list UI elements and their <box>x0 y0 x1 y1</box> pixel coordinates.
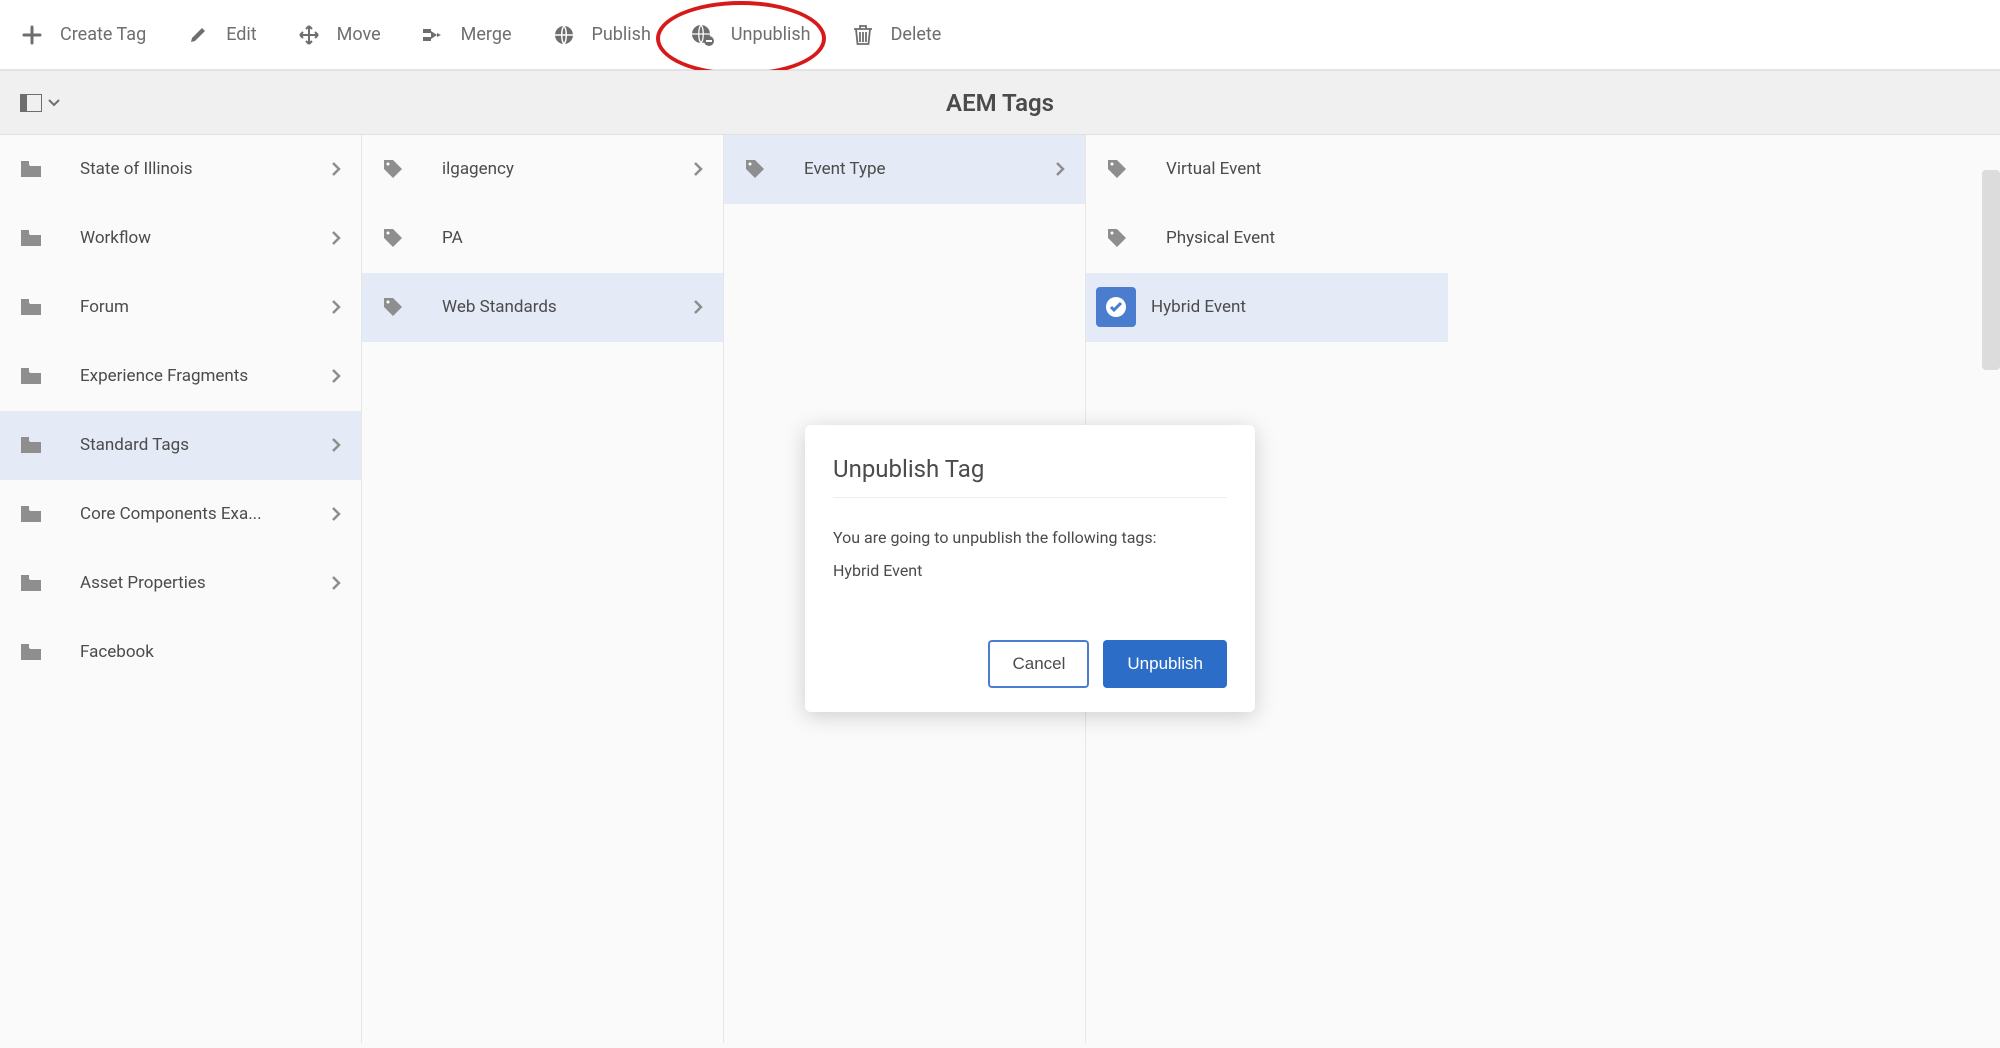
publish-button[interactable]: Publish <box>552 23 651 47</box>
confirm-unpublish-button[interactable]: Unpublish <box>1103 640 1227 688</box>
column-item[interactable]: Forum <box>0 273 361 342</box>
item-label: Forum <box>80 297 311 317</box>
page-title: AEM Tags <box>0 89 2000 117</box>
item-label: Asset Properties <box>80 573 311 593</box>
folder-icon <box>20 574 60 592</box>
dialog-title: Unpublish Tag <box>833 455 1227 483</box>
folder-icon <box>20 160 60 178</box>
item-label: Facebook <box>80 642 341 662</box>
chevron-down-icon <box>48 99 60 107</box>
folder-icon <box>20 436 60 454</box>
column-item[interactable]: Web Standards <box>362 273 723 342</box>
tag-icon <box>382 296 422 318</box>
folder-icon <box>20 298 60 316</box>
column-item[interactable]: Core Components Exa... <box>0 480 361 549</box>
dialog-tag-name: Hybrid Event <box>833 561 1227 580</box>
item-label: Hybrid Event <box>1151 297 1428 317</box>
globe-remove-icon <box>691 23 715 47</box>
column-item[interactable]: Workflow <box>0 204 361 273</box>
divider <box>833 497 1227 498</box>
unpublish-button[interactable]: Unpublish <box>691 23 811 47</box>
chevron-right-icon <box>331 437 341 453</box>
item-label: ilgagency <box>442 159 673 179</box>
move-button[interactable]: Move <box>297 23 381 47</box>
header-row: AEM Tags <box>0 70 2000 135</box>
item-label: Core Components Exa... <box>80 504 311 524</box>
tag-icon <box>1106 227 1146 249</box>
dialog-message: You are going to unpublish the following… <box>833 528 1227 547</box>
edit-label: Edit <box>226 24 256 45</box>
rail-toggle[interactable] <box>20 94 60 112</box>
column-1: ilgagency PA Web Standards <box>362 135 724 1043</box>
tag-icon <box>744 158 784 180</box>
column-item[interactable]: Virtual Event <box>1086 135 1448 204</box>
chevron-right-icon <box>331 161 341 177</box>
folder-icon <box>20 643 60 661</box>
folder-icon <box>20 505 60 523</box>
unpublish-dialog: Unpublish Tag You are going to unpublish… <box>805 425 1255 712</box>
column-item[interactable]: Physical Event <box>1086 204 1448 273</box>
item-label: Standard Tags <box>80 435 311 455</box>
delete-label: Delete <box>891 24 942 45</box>
chevron-right-icon <box>331 575 341 591</box>
item-label: Physical Event <box>1166 228 1428 248</box>
chevron-right-icon <box>331 230 341 246</box>
chevron-right-icon <box>331 368 341 384</box>
chevron-right-icon <box>331 299 341 315</box>
chevron-right-icon <box>331 506 341 522</box>
delete-button[interactable]: Delete <box>851 23 942 47</box>
move-label: Move <box>337 24 381 45</box>
column-item[interactable]: PA <box>362 204 723 273</box>
tag-icon <box>1106 158 1146 180</box>
column-item[interactable]: Standard Tags <box>0 411 361 480</box>
column-0: State of Illinois Workflow Forum Experience… <box>0 135 362 1043</box>
column-item[interactable]: Experience Fragments <box>0 342 361 411</box>
rail-icon <box>20 94 42 112</box>
column-item[interactable]: Facebook <box>0 618 361 687</box>
plus-icon <box>20 23 44 47</box>
scrollbar[interactable] <box>1982 170 2000 370</box>
globe-icon <box>552 23 576 47</box>
tag-icon <box>382 158 422 180</box>
column-item[interactable]: State of Illinois <box>0 135 361 204</box>
column-item[interactable]: Asset Properties <box>0 549 361 618</box>
action-toolbar: Create Tag Edit Move Merge Publish Unpub… <box>0 0 2000 70</box>
item-label: Virtual Event <box>1166 159 1428 179</box>
merge-button[interactable]: Merge <box>421 23 512 47</box>
dialog-actions: Cancel Unpublish <box>833 640 1227 688</box>
folder-icon <box>20 367 60 385</box>
publish-label: Publish <box>592 24 651 45</box>
item-label: Event Type <box>804 159 1035 179</box>
unpublish-label: Unpublish <box>731 24 811 45</box>
chevron-right-icon <box>693 161 703 177</box>
item-label: PA <box>442 228 703 248</box>
check-icon <box>1096 287 1136 327</box>
item-label: Web Standards <box>442 297 673 317</box>
merge-label: Merge <box>461 24 512 45</box>
column-item[interactable]: Hybrid Event <box>1086 273 1448 342</box>
merge-icon <box>421 23 445 47</box>
edit-button[interactable]: Edit <box>186 23 256 47</box>
column-item[interactable]: Event Type <box>724 135 1085 204</box>
cancel-button[interactable]: Cancel <box>988 640 1089 688</box>
create-tag-button[interactable]: Create Tag <box>20 23 146 47</box>
pencil-icon <box>186 23 210 47</box>
chevron-right-icon <box>1055 161 1065 177</box>
item-label: Workflow <box>80 228 311 248</box>
create-tag-label: Create Tag <box>60 24 146 45</box>
folder-icon <box>20 229 60 247</box>
item-label: Experience Fragments <box>80 366 311 386</box>
column-item[interactable]: ilgagency <box>362 135 723 204</box>
tag-icon <box>382 227 422 249</box>
trash-icon <box>851 23 875 47</box>
item-label: State of Illinois <box>80 159 311 179</box>
chevron-right-icon <box>693 299 703 315</box>
move-icon <box>297 23 321 47</box>
